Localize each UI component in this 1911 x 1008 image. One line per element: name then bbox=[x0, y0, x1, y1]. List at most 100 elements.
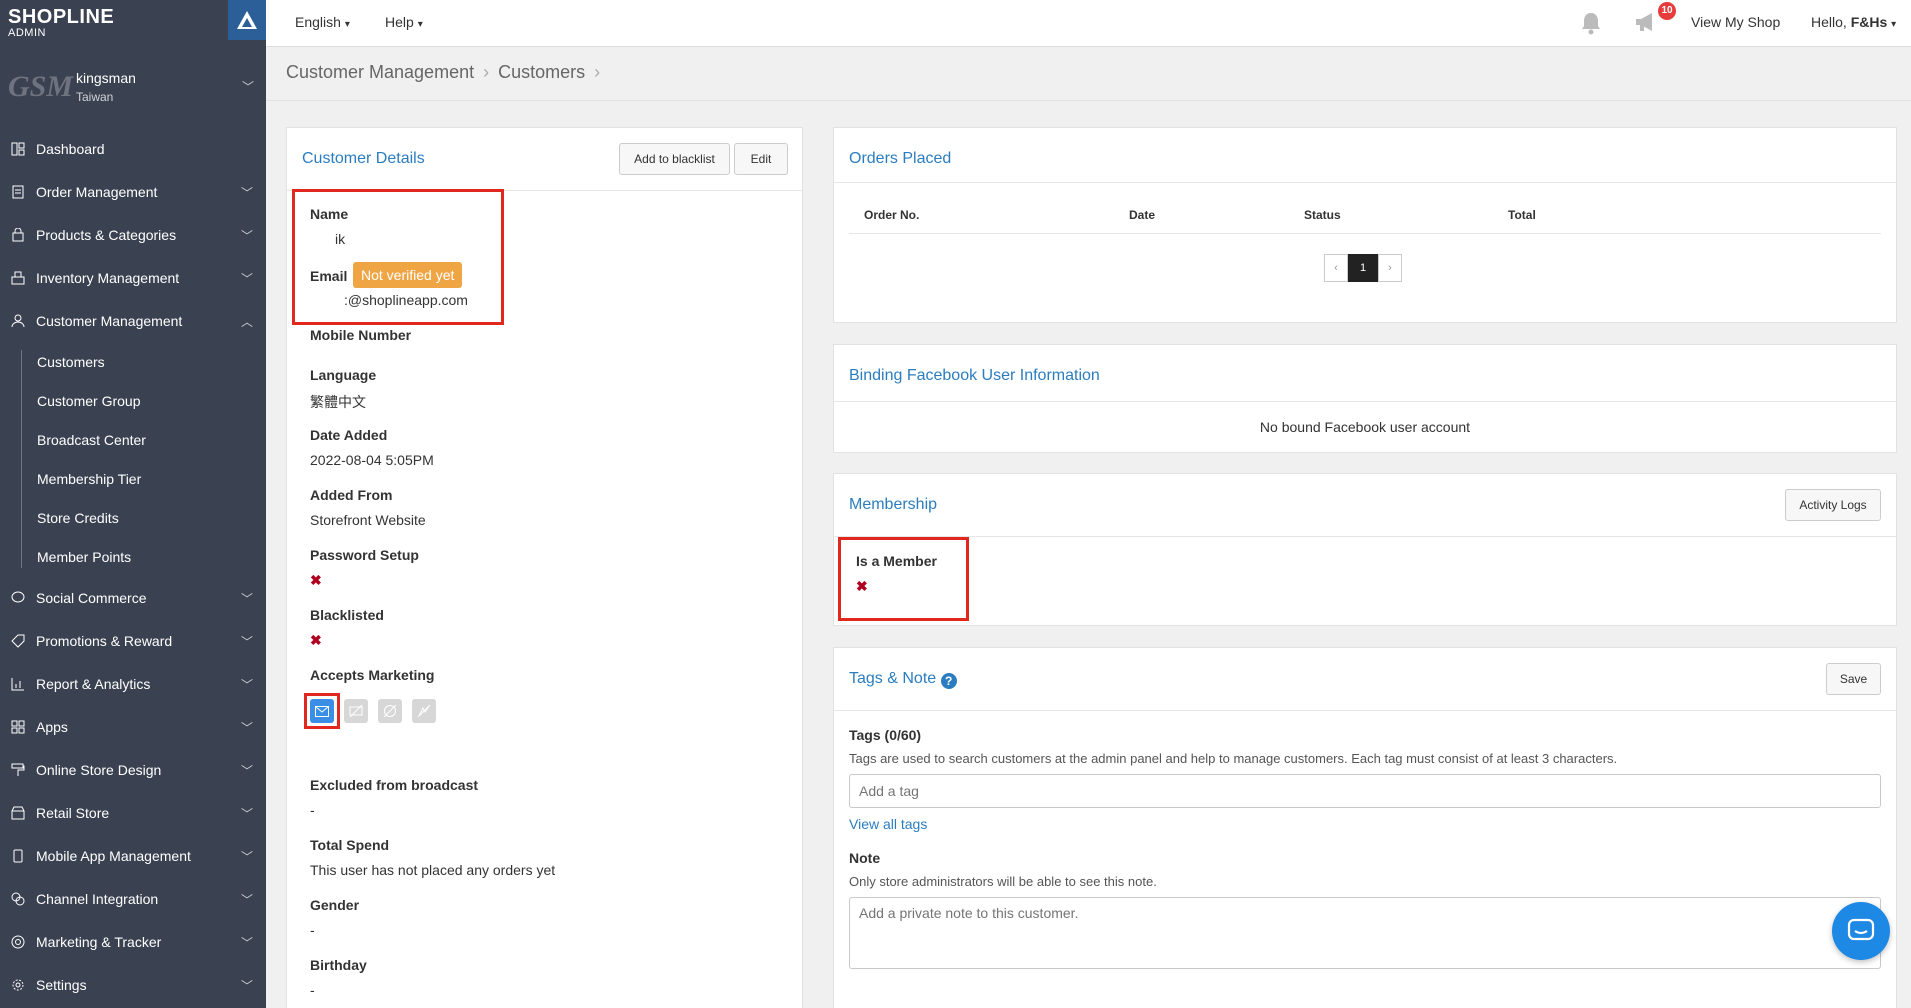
language-label: English bbox=[295, 14, 341, 30]
facebook-panel: Binding Facebook User Information No bou… bbox=[833, 344, 1897, 453]
breadcrumb-current[interactable]: Customers bbox=[498, 62, 585, 82]
name-value: ik bbox=[335, 231, 346, 247]
logo-badge-icon[interactable] bbox=[228, 0, 266, 40]
sidebar-item-channel-integration[interactable]: Channel Integration ﹀ bbox=[0, 877, 266, 920]
megaphone-icon[interactable] bbox=[1634, 11, 1660, 36]
edit-button[interactable]: Edit bbox=[734, 143, 788, 175]
view-all-tags-link[interactable]: View all tags bbox=[849, 816, 927, 832]
chevron-down-icon: ﹀ bbox=[241, 678, 254, 692]
chevron-down-icon: ﹀ bbox=[241, 979, 254, 993]
email-marketing-icon[interactable] bbox=[310, 699, 334, 723]
subnav-item-membership-tier[interactable]: Membership Tier bbox=[37, 459, 266, 498]
column-header[interactable]: Order No. bbox=[864, 208, 919, 222]
sidebar-item-report[interactable]: Report & Analytics ﹀ bbox=[0, 662, 266, 705]
tags-note-panel: Tags & Note ? Save Tags (0/60) Tags are … bbox=[833, 647, 1897, 1008]
column-header[interactable]: Status bbox=[1304, 208, 1341, 222]
date-added-label: Date Added bbox=[310, 427, 388, 443]
birthday-value: - bbox=[310, 982, 315, 998]
date-added-value: 2022-08-04 5:05PM bbox=[310, 452, 434, 468]
facebook-title: Binding Facebook User Information bbox=[849, 367, 1100, 384]
sidebar-item-online-store-design[interactable]: Online Store Design ﹀ bbox=[0, 748, 266, 791]
hello-label: Hello, bbox=[1811, 14, 1847, 30]
bag-icon bbox=[10, 227, 26, 243]
accepts-marketing-label: Accepts Marketing bbox=[310, 667, 435, 683]
pagination-prev[interactable]: ‹ bbox=[1324, 254, 1348, 282]
tags-note-title-text: Tags & Note bbox=[849, 670, 937, 687]
language-label: Language bbox=[310, 367, 377, 383]
excluded-broadcast-label: Excluded from broadcast bbox=[310, 777, 479, 793]
line-marketing-off-icon[interactable] bbox=[412, 699, 436, 723]
chat-launcher-icon[interactable] bbox=[1832, 902, 1890, 960]
sidebar-item-social-commerce[interactable]: Social Commerce ﹀ bbox=[0, 576, 266, 619]
sidebar-item-products[interactable]: Products & Categories ﹀ bbox=[0, 213, 266, 256]
save-button[interactable]: Save bbox=[1826, 663, 1881, 695]
store-icon bbox=[10, 805, 26, 821]
chevron-down-icon: ﹀ bbox=[241, 807, 254, 821]
sidebar-item-label: Customer Management bbox=[36, 312, 183, 329]
sidebar-item-marketing-tracker[interactable]: Marketing & Tracker ﹀ bbox=[0, 920, 266, 963]
column-header[interactable]: Date bbox=[1129, 208, 1155, 222]
note-textarea[interactable] bbox=[849, 897, 1881, 969]
pagination-page[interactable]: 1 bbox=[1348, 254, 1378, 282]
chevron-down-icon: ﹀ bbox=[241, 936, 254, 950]
sidebar-item-label: Channel Integration bbox=[36, 890, 159, 907]
orders-title: Orders Placed bbox=[849, 150, 952, 167]
paint-roller-icon bbox=[10, 762, 26, 778]
blacklisted-label: Blacklisted bbox=[310, 607, 384, 623]
shopline-logo[interactable]: SHOPLINE ADMIN bbox=[8, 6, 114, 39]
sidebar-item-label: Retail Store bbox=[36, 804, 110, 821]
cross-icon: ✖ bbox=[310, 632, 322, 648]
subnav-item-broadcast-center[interactable]: Broadcast Center bbox=[37, 420, 266, 459]
sidebar-item-promotions[interactable]: Promotions & Reward ﹀ bbox=[0, 619, 266, 662]
sidebar-item-customer-management[interactable]: Customer Management ︿ bbox=[0, 299, 266, 342]
sms-marketing-off-icon[interactable] bbox=[344, 699, 368, 723]
language-dropdown[interactable]: English ▾ bbox=[295, 14, 350, 30]
gender-label: Gender bbox=[310, 897, 360, 913]
table-divider bbox=[849, 233, 1881, 234]
order-icon bbox=[10, 184, 26, 200]
breadcrumb: Customer Management › Customers › bbox=[286, 62, 600, 83]
sidebar-item-label: Apps bbox=[36, 718, 68, 735]
sidebar-item-retail-store[interactable]: Retail Store ﹀ bbox=[0, 791, 266, 834]
gender-value: - bbox=[310, 922, 315, 938]
store-switcher[interactable]: GSM kingsman Taiwan ﹀ bbox=[0, 60, 266, 116]
chevron-down-icon: ﹀ bbox=[241, 893, 254, 907]
facebook-empty-message: No bound Facebook user account bbox=[1259, 419, 1471, 435]
store-logo: GSM bbox=[8, 70, 74, 103]
chevron-right-icon: › bbox=[483, 62, 490, 82]
sidebar-item-apps[interactable]: Apps ﹀ bbox=[0, 705, 266, 748]
bell-icon[interactable] bbox=[1580, 11, 1602, 38]
view-my-shop-link[interactable]: View My Shop bbox=[1691, 14, 1780, 30]
customer-details-title: Customer Details bbox=[302, 150, 425, 167]
sidebar-item-settings[interactable]: Settings ﹀ bbox=[0, 963, 266, 1006]
sidebar-item-mobile-app[interactable]: Mobile App Management ﹀ bbox=[0, 834, 266, 877]
help-dropdown[interactable]: Help ▾ bbox=[385, 14, 423, 30]
column-header[interactable]: Total bbox=[1508, 208, 1536, 222]
cross-icon: ✖ bbox=[310, 572, 322, 588]
sidebar-item-order-management[interactable]: Order Management ﹀ bbox=[0, 170, 266, 213]
add-to-blacklist-button[interactable]: Add to blacklist bbox=[619, 143, 730, 175]
subnav-item-customer-group[interactable]: Customer Group bbox=[37, 381, 266, 420]
name-label: Name bbox=[310, 206, 349, 222]
email-label: Email bbox=[310, 268, 348, 284]
tags-help-text: Tags are used to search customers at the… bbox=[849, 751, 1618, 766]
activity-logs-button[interactable]: Activity Logs bbox=[1785, 489, 1881, 521]
notification-count-badge: 10 bbox=[1658, 2, 1676, 20]
help-icon[interactable]: ? bbox=[940, 673, 957, 689]
sidebar-item-label: Inventory Management bbox=[36, 269, 180, 286]
messenger-marketing-off-icon[interactable] bbox=[378, 699, 402, 723]
breadcrumb-root[interactable]: Customer Management bbox=[286, 62, 474, 82]
subnav-item-customers[interactable]: Customers bbox=[37, 342, 266, 381]
subnav-item-member-points[interactable]: Member Points bbox=[37, 537, 266, 576]
birthday-label: Birthday bbox=[310, 957, 367, 973]
chevron-down-icon: ﹀ bbox=[241, 721, 254, 735]
sidebar-item-dashboard[interactable]: Dashboard bbox=[0, 127, 266, 170]
sidebar-item-inventory[interactable]: Inventory Management ﹀ bbox=[0, 256, 266, 299]
language-value: 繁體中文 bbox=[310, 394, 366, 410]
pagination-next[interactable]: › bbox=[1378, 254, 1402, 282]
subnav-item-store-credits[interactable]: Store Credits bbox=[37, 498, 266, 537]
chevron-down-icon: ▾ bbox=[417, 19, 423, 30]
add-tag-input[interactable] bbox=[849, 774, 1881, 808]
user-menu[interactable]: Hello, F&Hs ▾ bbox=[1811, 14, 1896, 30]
integration-icon bbox=[10, 891, 26, 907]
